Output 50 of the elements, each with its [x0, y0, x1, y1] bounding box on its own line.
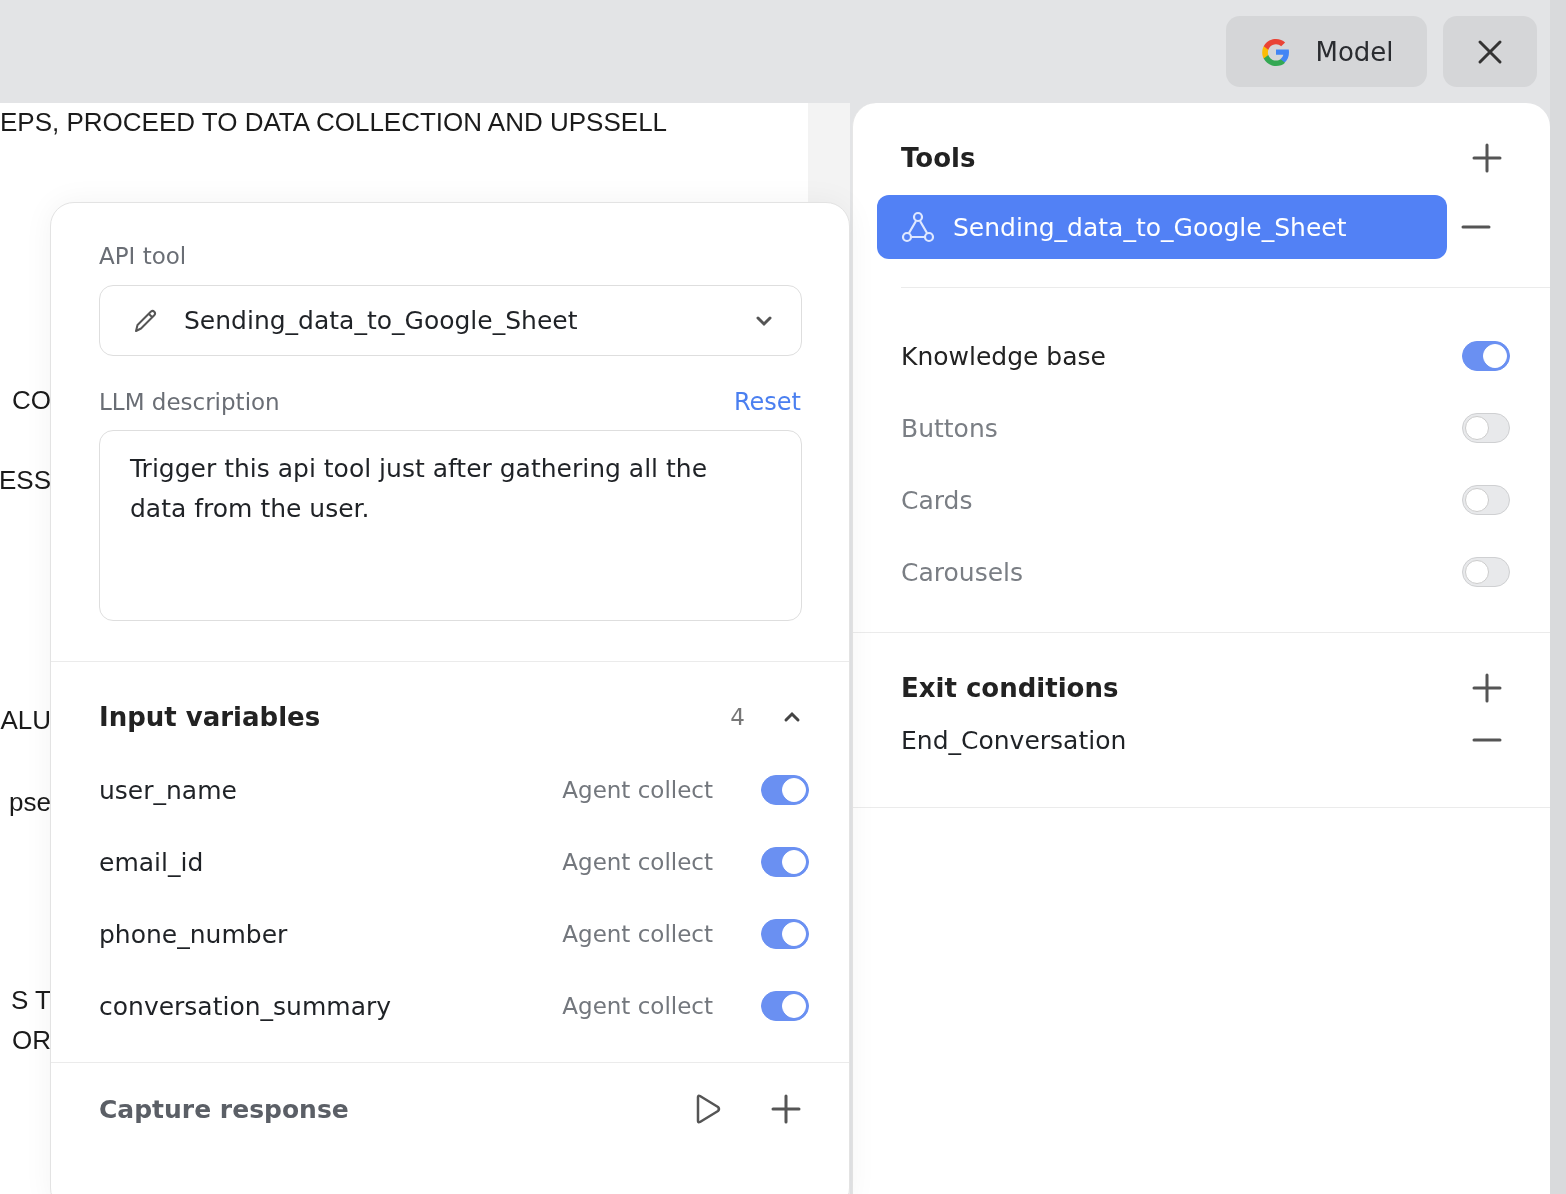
collect-mode: Agent collect [562, 777, 713, 803]
toggle-switch[interactable] [761, 991, 809, 1021]
section-title: Exit conditions [901, 673, 1119, 703]
section-title: Capture response [99, 1094, 350, 1124]
variable-name: email_id [99, 847, 205, 877]
toggle-switch[interactable] [761, 847, 809, 877]
toggle-switch[interactable] [1462, 341, 1510, 371]
chevron-down-icon [755, 314, 773, 327]
collect-mode: Agent collect [562, 849, 713, 875]
exit-condition: End_Conversation [901, 725, 1127, 755]
feature-label: Buttons [901, 413, 998, 443]
toggle-switch[interactable] [1462, 485, 1510, 515]
variable-name: phone_number [99, 919, 289, 949]
canvas-text: S T [11, 985, 51, 1016]
variable-count: 4 [730, 704, 745, 730]
canvas-text: ESS [0, 465, 51, 496]
feature-label: Knowledge base [901, 341, 1106, 371]
description-field[interactable]: Trigger this api tool just after gathering all the data from the user. [99, 430, 802, 621]
plus-icon[interactable] [1472, 673, 1502, 703]
close-icon [1477, 38, 1503, 65]
section-title: Input variables [99, 702, 322, 732]
toggle-switch[interactable] [761, 775, 809, 805]
collect-mode: Agent collect [562, 921, 713, 947]
variable-name: conversation_summary [99, 991, 393, 1021]
minus-icon[interactable] [1461, 225, 1491, 229]
section-title: Tools [901, 143, 976, 173]
toggle-switch[interactable] [1462, 557, 1510, 587]
minus-icon[interactable] [1472, 738, 1502, 742]
field-label: LLM description [99, 389, 280, 415]
tool-dropdown[interactable]: Sending_data_to_Google_Sheet [99, 285, 802, 356]
canvas-text: ALU [0, 705, 51, 736]
nodes-icon [901, 210, 935, 244]
variable-name: user_name [99, 775, 238, 805]
model-button[interactable]: Model [1226, 16, 1427, 87]
canvas-text: pse [9, 787, 51, 818]
feature-label: Carousels [901, 557, 1024, 587]
plus-icon[interactable] [1472, 143, 1502, 173]
canvas-text: OR [12, 1025, 51, 1056]
toggle-switch[interactable] [761, 919, 809, 949]
canvas-text: EPS, PROCEED TO DATA COLLECTION AND UPSSELL [0, 107, 668, 138]
tool-item[interactable]: Sending_data_to_Google_Sheet [877, 195, 1447, 259]
close-button[interactable] [1443, 16, 1537, 87]
reset-link[interactable]: Reset [733, 388, 801, 416]
collect-mode: Agent collect [562, 993, 713, 1019]
chevron-up-icon[interactable] [783, 711, 801, 723]
toggle-switch[interactable] [1462, 413, 1510, 443]
plus-icon[interactable] [771, 1094, 801, 1124]
feature-label: Cards [901, 485, 973, 515]
canvas-text: CO [12, 385, 51, 416]
field-label: API tool [99, 243, 188, 269]
